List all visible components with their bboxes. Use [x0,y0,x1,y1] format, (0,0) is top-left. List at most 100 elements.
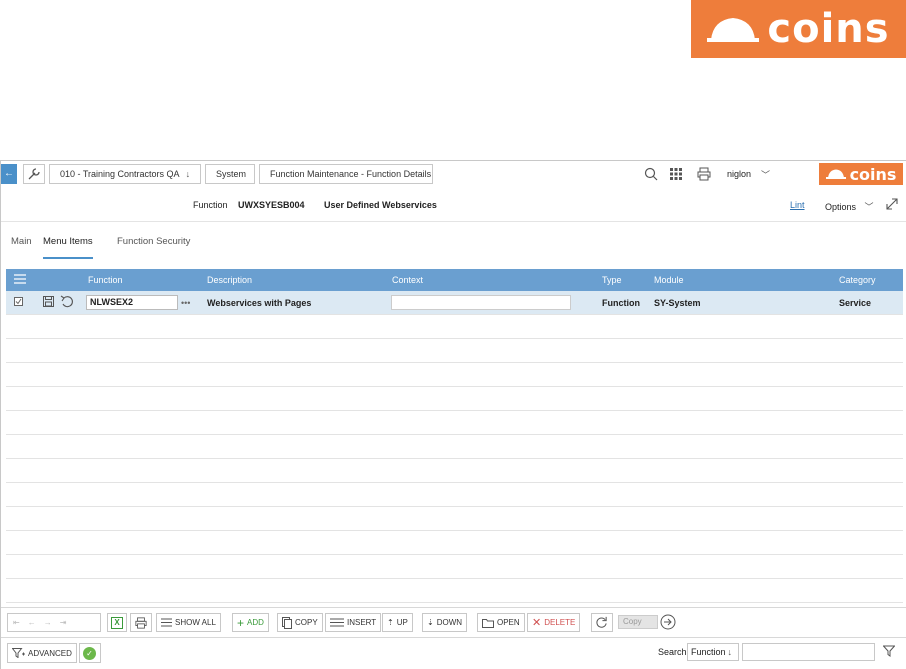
sort-down-icon[interactable]: ↓ [186,169,191,179]
search-label: Search [658,647,687,657]
chevron-down-icon: ﹀ [864,202,874,212]
folder-icon [482,618,494,628]
col-context[interactable]: Context [392,275,423,285]
filter-icon[interactable] [882,645,896,659]
grid-header: Function Description Context Type Module… [6,269,903,291]
col-description[interactable]: Description [207,275,252,285]
breadcrumb-system[interactable]: System [205,164,255,184]
logo-text: coins [849,164,897,184]
search-input[interactable] [742,643,875,661]
coins-logo-large: coins [691,0,906,58]
down-button[interactable]: ⇣ DOWN [422,613,468,632]
apply-button[interactable]: ✓ [79,643,101,663]
excel-icon: X [111,616,123,629]
breadcrumb-company-label: 010 - Training Contractors QA [60,169,180,179]
copy-field[interactable]: Copy [618,615,658,629]
open-button[interactable]: OPEN [477,613,525,632]
arrow-up-icon: ⇡ [387,618,394,627]
apps-grid-icon[interactable] [670,165,682,183]
coins-logo-small: coins [819,163,903,185]
breadcrumb-system-label: System [216,169,247,179]
function-code: UWXSYESB004 [238,200,305,210]
col-category[interactable]: Category [839,275,876,285]
add-button[interactable]: + ADD [232,613,269,632]
up-label: UP [396,618,408,627]
row-checkbox-icon[interactable] [14,297,23,308]
lint-link[interactable]: Lint [790,200,805,210]
next-page-icon[interactable]: → [44,618,52,627]
wrench-icon[interactable] [23,164,45,184]
advanced-label: ADVANCED [28,648,72,658]
refresh-button[interactable] [591,613,613,632]
printer-icon[interactable] [697,165,711,183]
empty-row [6,555,903,579]
tab-main[interactable]: Main [11,236,32,257]
options-menu[interactable]: Options ﹀ [825,200,874,213]
show-all-button[interactable]: SHOW ALL [156,613,221,632]
undo-icon[interactable] [60,295,74,310]
function-label: Function [193,200,228,210]
filter-plus-icon [12,648,25,658]
empty-row [6,507,903,531]
category-cell: Service [839,298,872,308]
close-icon: ✕ [532,617,542,629]
top-bar: ← 010 - Training Contractors QA ↓ System … [1,161,906,186]
col-module[interactable]: Module [654,275,684,285]
function-header: Function UWXSYESB004 User Defined Webser… [1,195,906,217]
breadcrumb-company[interactable]: 010 - Training Contractors QA ↓ [49,164,201,184]
prev-page-icon[interactable]: ← [28,618,36,627]
tab-bar: Main Menu Items Function Security [1,221,906,261]
go-arrow-icon[interactable] [660,614,676,632]
breadcrumb-page[interactable]: Function Maintenance - Function Details [259,164,433,184]
function-description: User Defined Webservices [324,200,437,210]
first-page-icon[interactable]: ⇤ [13,618,20,627]
plus-icon: + [237,615,245,630]
save-icon[interactable] [43,296,54,309]
col-type[interactable]: Type [602,275,622,285]
logo-text: coins [767,6,890,52]
down-label: DOWN [436,618,463,627]
more-options-icon[interactable]: ••• [181,298,190,308]
user-name: niglon [727,169,752,179]
printer-icon [135,616,147,629]
search-field-select[interactable]: Function ↓ [687,643,739,661]
copy-button[interactable]: COPY [277,613,323,632]
expand-icon[interactable] [885,197,899,213]
footer-bar: ADVANCED ✓ Search Function ↓ [1,637,906,669]
empty-row [6,459,903,483]
arrow-down-icon: ⇣ [427,618,434,627]
empty-row [6,315,903,339]
open-label: OPEN [497,618,520,627]
empty-row [6,339,903,363]
search-icon[interactable] [644,165,658,183]
delete-button[interactable]: ✕ DELETE [527,613,581,632]
empty-row [6,435,903,459]
insert-button[interactable]: INSERT [325,613,382,632]
empty-row [6,387,903,411]
function-field[interactable]: NLWSEX2 [86,295,178,310]
check-circle-icon: ✓ [83,646,96,660]
up-button[interactable]: ⇡ UP [382,613,413,632]
advanced-button[interactable]: ADVANCED [7,643,77,663]
excel-export-button[interactable]: X [107,613,127,632]
back-arrow-icon[interactable]: ← [1,164,17,184]
insert-label: INSERT [347,618,377,627]
empty-row [6,363,903,387]
column-menu-icon[interactable] [14,274,26,286]
module-cell: SY-System [654,298,701,308]
last-page-icon[interactable]: ⇥ [60,618,67,627]
table-row[interactable]: NLWSEX2 ••• Webservices with Pages Funct… [6,291,903,315]
breadcrumb-page-label: Function Maintenance - Function Details [270,169,432,179]
sort-down-icon: ↓ [727,647,733,657]
tab-menu-items[interactable]: Menu Items [43,236,93,259]
user-menu[interactable]: niglon ﹀ [727,165,770,183]
insert-icon [330,618,344,627]
menu-items-grid: Function Description Context Type Module… [6,269,903,607]
options-label: Options [825,202,857,212]
context-field[interactable] [391,295,571,310]
print-button[interactable] [130,613,152,632]
tab-function-security[interactable]: Function Security [117,236,190,257]
delete-label: DELETE [544,618,576,627]
col-function[interactable]: Function [88,275,123,285]
empty-row [6,483,903,507]
